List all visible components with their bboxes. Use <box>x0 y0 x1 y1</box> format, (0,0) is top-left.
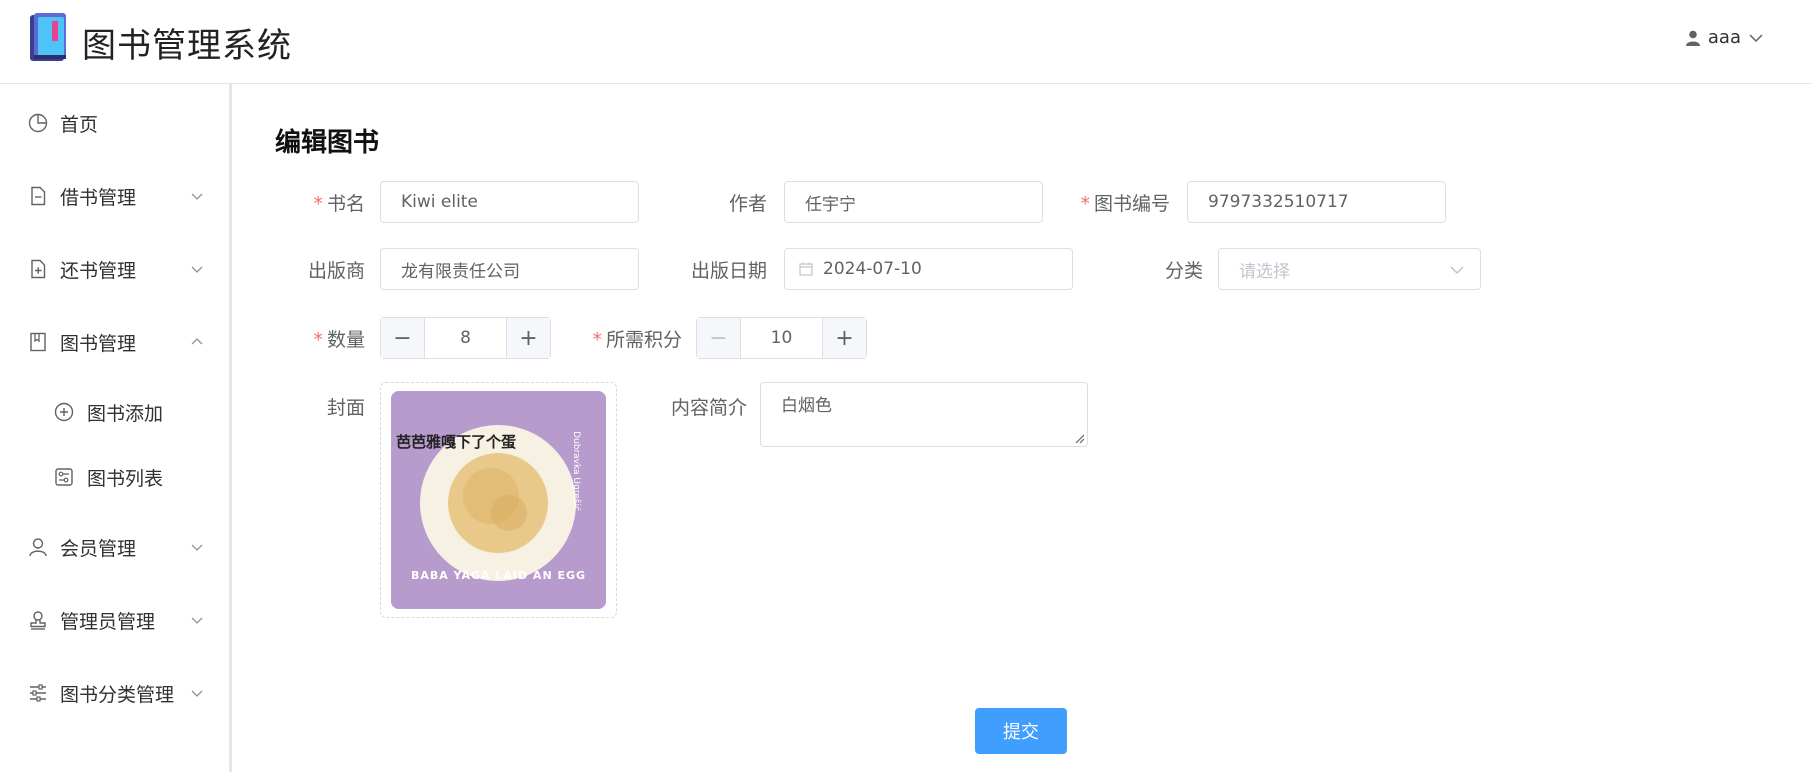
user-outline-icon <box>29 538 47 557</box>
sidebar-item-label: 借书管理 <box>60 186 137 209</box>
quantity-stepper[interactable]: − 8 + <box>380 317 551 359</box>
sidebar-item-admins[interactable]: 管理员管理 <box>0 589 229 651</box>
resize-handle-icon[interactable] <box>1073 432 1085 444</box>
book-name-input[interactable]: Kiwi elite <box>380 181 639 223</box>
circle-plus-icon <box>54 402 74 422</box>
user-menu[interactable]: aaa <box>1685 27 1763 48</box>
required-mark: * <box>1080 193 1090 215</box>
category-label: 分类 <box>1164 260 1203 282</box>
user-icon <box>1685 30 1700 46</box>
book-name-label: * 书名 <box>313 193 365 215</box>
required-mark: * <box>313 193 323 215</box>
calendar-icon <box>799 262 813 276</box>
publisher-label: 出版商 <box>307 260 365 282</box>
intro-value: 白烟色 <box>781 396 832 416</box>
chevron-down-icon <box>191 544 203 551</box>
cover-label: 封面 <box>326 397 365 419</box>
required-mark: * <box>313 329 323 351</box>
sidebar-item-label: 首页 <box>60 113 99 136</box>
chevron-down-icon <box>191 193 203 200</box>
pub-date-label: 出版日期 <box>690 260 767 282</box>
top-header: 图书管理系统 aaa <box>0 0 1811 84</box>
pie-chart-icon <box>28 113 48 133</box>
cover-uploader[interactable]: 芭芭雅嘎下了个蛋 Dubravka Ugrešić BABA YAGA LAID… <box>380 382 617 618</box>
chevron-up-icon <box>191 338 203 345</box>
sidebar: 首页 借书管理 还书管理 图书管理 图书添加 图书列表 会员管理 管理员管理 图… <box>0 84 232 772</box>
chevron-down-icon <box>191 617 203 624</box>
stamp-icon <box>30 611 46 630</box>
sidebar-item-members[interactable]: 会员管理 <box>0 516 229 578</box>
chevron-down-icon <box>191 690 203 697</box>
sidebar-item-label: 图书列表 <box>87 467 164 490</box>
cover-image: 芭芭雅嘎下了个蛋 Dubravka Ugrešić BABA YAGA LAID… <box>391 391 606 609</box>
intro-label: 内容简介 <box>670 397 747 419</box>
sidebar-item-book-add[interactable]: 图书添加 <box>0 381 229 443</box>
points-value[interactable]: 10 <box>741 318 822 358</box>
quantity-value[interactable]: 8 <box>425 318 506 358</box>
sidebar-item-book-list[interactable]: 图书列表 <box>0 446 229 508</box>
cover-title-cn: 芭芭雅嘎下了个蛋 <box>396 433 517 451</box>
cover-author-en: Dubravka Ugrešić <box>570 431 581 511</box>
author-input[interactable]: 任宇宁 <box>784 181 1043 223</box>
points-label: * 所需积分 <box>592 329 682 351</box>
chevron-down-icon <box>1450 266 1464 275</box>
sidebar-item-label: 管理员管理 <box>60 610 156 633</box>
notebook-icon <box>30 332 46 352</box>
publisher-input[interactable]: 龙有限责任公司 <box>380 248 639 290</box>
document-remove-icon <box>31 186 46 206</box>
points-stepper[interactable]: − 10 + <box>696 317 867 359</box>
submit-button[interactable]: 提交 <box>975 708 1067 754</box>
sidebar-item-label: 图书分类管理 <box>60 683 175 706</box>
intro-textarea[interactable]: 白烟色 <box>760 382 1088 447</box>
quantity-increase-button[interactable]: + <box>506 318 550 358</box>
isbn-input[interactable]: 9797332510717 <box>1187 181 1446 223</box>
category-select[interactable]: 请选择 <box>1218 248 1481 290</box>
sliders-icon <box>30 684 46 702</box>
points-increase-button[interactable]: + <box>822 318 866 358</box>
chevron-down-icon <box>1749 33 1763 42</box>
sidebar-item-books[interactable]: 图书管理 <box>0 311 229 373</box>
sidebar-item-return[interactable]: 还书管理 <box>0 238 229 300</box>
page-title: 编辑图书 <box>275 128 380 158</box>
book-logo-icon <box>30 13 66 61</box>
sidebar-item-label: 会员管理 <box>60 537 137 560</box>
username: aaa <box>1707 27 1741 48</box>
sidebar-item-label: 图书管理 <box>60 332 137 355</box>
document-add-icon <box>31 259 46 279</box>
sidebar-item-borrow[interactable]: 借书管理 <box>0 165 229 227</box>
points-decrease-button[interactable]: − <box>697 318 741 358</box>
sidebar-item-categories[interactable]: 图书分类管理 <box>0 662 229 724</box>
isbn-label: * 图书编号 <box>1080 193 1170 215</box>
sidebar-item-home[interactable]: 首页 <box>0 92 229 154</box>
category-placeholder: 请选择 <box>1239 261 1290 282</box>
list-settings-icon <box>55 468 73 486</box>
quantity-decrease-button[interactable]: − <box>381 318 425 358</box>
cover-title-en: BABA YAGA LAID AN EGG <box>410 569 587 582</box>
author-label: 作者 <box>728 193 767 215</box>
sidebar-item-label: 图书添加 <box>87 402 164 425</box>
sidebar-item-label: 还书管理 <box>60 259 137 282</box>
pub-date-value: 2024-07-10 <box>823 259 922 279</box>
chevron-down-icon <box>191 266 203 273</box>
pub-date-input[interactable]: 2024-07-10 <box>784 248 1073 290</box>
quantity-label: * 数量 <box>313 329 365 351</box>
app-title: 图书管理系统 <box>82 26 292 66</box>
required-mark: * <box>592 329 602 351</box>
